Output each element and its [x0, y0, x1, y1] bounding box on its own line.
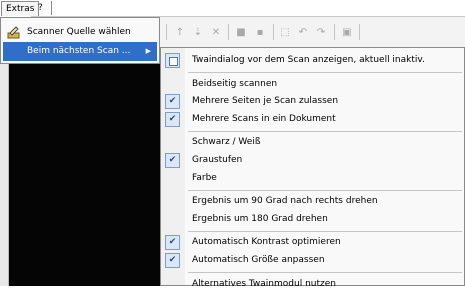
- toolbar-separator: [273, 24, 274, 40]
- submenu-item-label: Farbe: [192, 173, 217, 183]
- toolbar-separator: [228, 24, 229, 40]
- menu-help[interactable]: ?: [34, 1, 47, 15]
- submenu-item-multi-pages[interactable]: ✔ Mehrere Seiten je Scan zulassen: [161, 93, 464, 110]
- menu-item-label: Beim nächsten Scan ...: [27, 46, 131, 56]
- submenu-item-label: Automatisch Kontrast optimieren: [192, 237, 341, 247]
- submenu-item-rotate-90[interactable]: Ergebnis um 90 Grad nach rechts drehen: [161, 193, 464, 210]
- rotate-icon[interactable]: ↑: [173, 25, 187, 39]
- submenu-item-color[interactable]: Farbe: [161, 170, 464, 187]
- toolbar-separator: [166, 24, 167, 40]
- left-panel-strip: [0, 64, 9, 286]
- submenu-item-duplex[interactable]: Beidseitig scannen: [161, 76, 464, 93]
- submenu-item-label: Twaindialog vor dem Scan anzeigen, aktue…: [192, 55, 425, 65]
- toolbar-separator: [334, 24, 335, 40]
- submenu-item-auto-size[interactable]: ✔ Automatisch Größe anpassen: [161, 252, 464, 269]
- crop-icon[interactable]: ⬚: [278, 25, 292, 39]
- menu-item-next-scan[interactable]: Beim nächsten Scan ... ▶: [3, 42, 157, 61]
- submenu-item-label: Automatisch Größe anpassen: [192, 255, 325, 265]
- submenu-item-label: Schwarz / Weiß: [192, 137, 261, 147]
- menu-item-label: Scanner Quelle wählen: [27, 27, 131, 37]
- menu-divider: [51, 1, 52, 15]
- submenu-item-twain-dialog[interactable]: Twaindialog vor dem Scan anzeigen, aktue…: [161, 52, 464, 69]
- submenu-item-label: Alternatives Twainmodul nutzen: [192, 279, 336, 289]
- submenu-item-auto-contrast[interactable]: ✔ Automatisch Kontrast optimieren: [161, 234, 464, 251]
- submenu-item-label: Ergebnis um 180 Grad drehen: [192, 214, 328, 224]
- checkmark-icon: ✔: [165, 235, 180, 250]
- delete-icon[interactable]: ✕: [209, 25, 223, 39]
- submenu-item-black-white[interactable]: Schwarz / Weiß: [161, 134, 464, 151]
- scanner-edit-icon: [7, 26, 20, 39]
- image-icon[interactable]: ■: [234, 25, 248, 39]
- submenu-item-multi-scans[interactable]: ✔ Mehrere Scans in ein Dokument: [161, 111, 464, 128]
- submenu-item-label: Graustufen: [192, 155, 243, 165]
- dialog-icon: [165, 53, 180, 68]
- undo-icon[interactable]: ↶: [296, 25, 310, 39]
- submenu-arrow-icon: ▶: [145, 47, 151, 55]
- document-view: [0, 64, 160, 286]
- submenu-item-label: Mehrere Seiten je Scan zulassen: [192, 96, 339, 106]
- checkmark-icon: ✔: [165, 94, 180, 109]
- submenu-item-label: Ergebnis um 90 Grad nach rechts drehen: [192, 196, 378, 206]
- checkmark-icon: ✔: [165, 112, 180, 127]
- menu-item-scanner-source[interactable]: Scanner Quelle wählen: [3, 23, 157, 42]
- submenu-item-label: Beidseitig scannen: [192, 79, 278, 89]
- menu-separator: [188, 231, 462, 232]
- submenu-item-rotate-180[interactable]: Ergebnis um 180 Grad drehen: [161, 211, 464, 228]
- redo-icon[interactable]: ↷: [314, 25, 328, 39]
- toolbar: ↑ ⇣ ✕ ■ ▪ ⬚ ↶ ↷ ▣: [160, 17, 465, 47]
- toolbar-separator: [359, 24, 360, 40]
- move-down-icon[interactable]: ⇣: [191, 25, 205, 39]
- menu-separator: [188, 190, 462, 191]
- next-scan-submenu: Twaindialog vor dem Scan anzeigen, aktue…: [160, 47, 465, 289]
- submenu-item-label: Mehrere Scans in ein Dokument: [192, 114, 336, 124]
- extras-menu: Scanner Quelle wählen Beim nächsten Scan…: [0, 17, 160, 64]
- menu-separator: [188, 131, 462, 132]
- menu-bar: Extras ?: [0, 0, 465, 17]
- submenu-item-grayscale[interactable]: ✔ Graustufen: [161, 152, 464, 169]
- checkmark-icon: ✔: [165, 253, 180, 268]
- dialog-icon[interactable]: ▣: [340, 25, 354, 39]
- menu-separator: [188, 72, 462, 73]
- checkmark-icon: ✔: [165, 153, 180, 168]
- submenu-item-alt-twain[interactable]: Alternatives Twainmodul nutzen: [161, 276, 464, 293]
- menu-separator: [188, 272, 462, 273]
- grayscale-icon[interactable]: ▪: [253, 25, 267, 39]
